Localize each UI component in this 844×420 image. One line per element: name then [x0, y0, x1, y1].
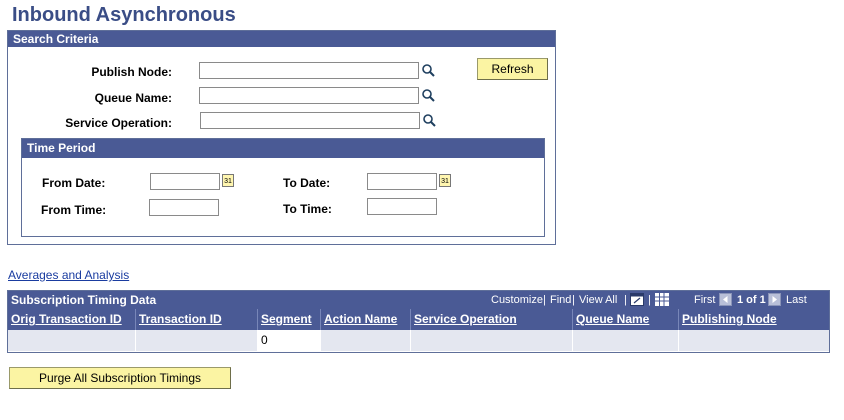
nav-separator: |	[648, 294, 651, 306]
nav-separator: |	[624, 294, 627, 306]
queue-name-label: Queue Name:	[94, 91, 172, 105]
subscription-timing-grid: Subscription Timing Data Customize | Fin…	[7, 290, 830, 353]
service-operation-label: Service Operation:	[65, 116, 172, 130]
to-time-input[interactable]	[367, 198, 437, 215]
time-period-header: Time Period	[22, 139, 544, 158]
first-link[interactable]: First	[694, 294, 715, 306]
to-date-label: To Date:	[283, 176, 331, 190]
page-title: Inbound Asynchronous	[12, 4, 236, 26]
col-header-service-operation[interactable]: Service Operation	[410, 309, 572, 330]
search-criteria-header: Search Criteria	[8, 31, 555, 47]
to-date-calendar-icon[interactable]: 31	[439, 174, 451, 187]
service-operation-input[interactable]	[200, 112, 420, 129]
to-time-label: To Time:	[283, 202, 332, 216]
publish-node-label: Publish Node:	[91, 65, 172, 79]
service-operation-lookup-icon[interactable]	[422, 113, 437, 128]
col-header-orig-transaction-id[interactable]: Orig Transaction ID	[8, 309, 135, 330]
last-link[interactable]: Last	[786, 294, 807, 306]
table-cell	[678, 330, 829, 351]
table-cell	[572, 330, 678, 351]
col-header-action-name[interactable]: Action Name	[320, 309, 410, 330]
find-link[interactable]: Find	[550, 294, 571, 306]
queue-name-lookup-icon[interactable]	[421, 88, 436, 103]
nav-separator: |	[543, 294, 546, 306]
col-header-segment[interactable]: Segment	[257, 309, 320, 330]
customize-link[interactable]: Customize	[491, 294, 543, 306]
from-time-input[interactable]	[149, 199, 219, 216]
publish-node-input[interactable]	[199, 62, 419, 79]
refresh-button[interactable]: Refresh	[477, 58, 548, 80]
queue-name-input[interactable]	[199, 87, 419, 104]
download-grid-icon[interactable]	[655, 293, 669, 306]
nav-separator: |	[572, 294, 575, 306]
new-window-icon[interactable]	[630, 293, 644, 306]
table-cell	[8, 330, 135, 351]
averages-and-analysis-link[interactable]: Averages and Analysis	[8, 268, 129, 282]
publish-node-lookup-icon[interactable]	[421, 63, 436, 78]
from-date-input[interactable]	[150, 173, 220, 190]
view-all-link[interactable]: View All	[579, 294, 617, 306]
from-date-calendar-icon[interactable]: 31	[222, 174, 234, 187]
left-arrow-icon[interactable]	[719, 293, 732, 306]
from-date-label: From Date:	[42, 176, 106, 190]
table-cell: 0	[257, 330, 320, 351]
from-time-label: From Time:	[41, 203, 107, 217]
grid-title: Subscription Timing Data	[11, 293, 157, 307]
col-header-publishing-node[interactable]: Publishing Node	[678, 309, 829, 330]
table-cell	[135, 330, 257, 351]
right-arrow-icon[interactable]	[768, 293, 781, 306]
col-header-transaction-id[interactable]: Transaction ID	[135, 309, 257, 330]
table-cell	[410, 330, 572, 351]
table-cell	[320, 330, 410, 351]
grid-title-bar: Subscription Timing Data Customize | Fin…	[8, 291, 829, 309]
page-info: 1 of 1	[737, 294, 766, 306]
col-header-queue-name[interactable]: Queue Name	[572, 309, 678, 330]
to-date-input[interactable]	[367, 173, 437, 190]
purge-all-subscription-timings-button[interactable]: Purge All Subscription Timings	[9, 367, 231, 389]
